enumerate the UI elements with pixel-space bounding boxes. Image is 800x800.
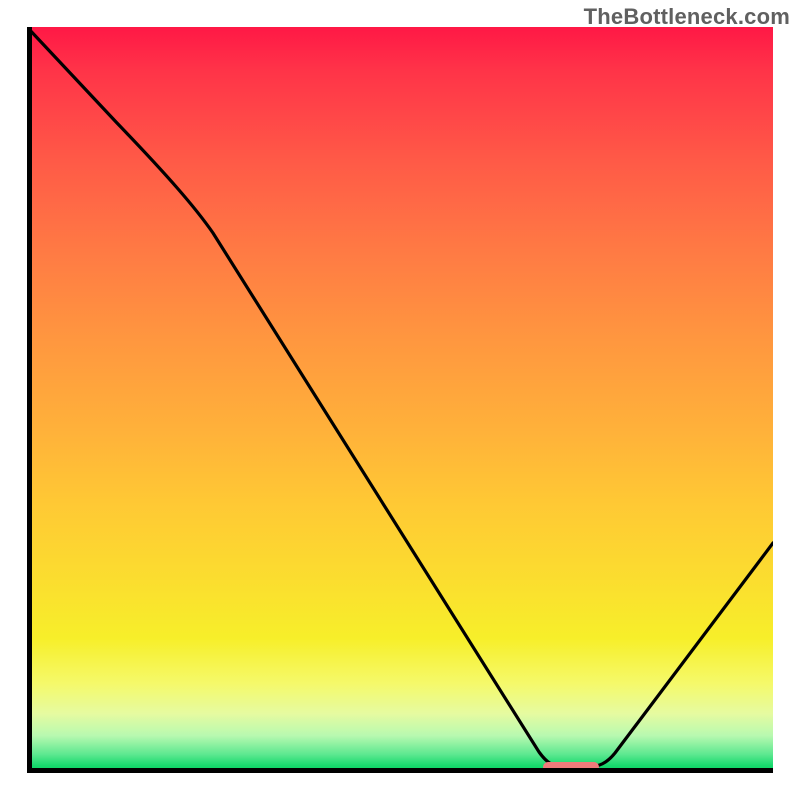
plot-area bbox=[27, 27, 773, 773]
bottleneck-curve bbox=[27, 27, 773, 767]
optimal-marker bbox=[543, 762, 599, 772]
chart-svg bbox=[27, 27, 773, 773]
chart-container: TheBottleneck.com bbox=[0, 0, 800, 800]
